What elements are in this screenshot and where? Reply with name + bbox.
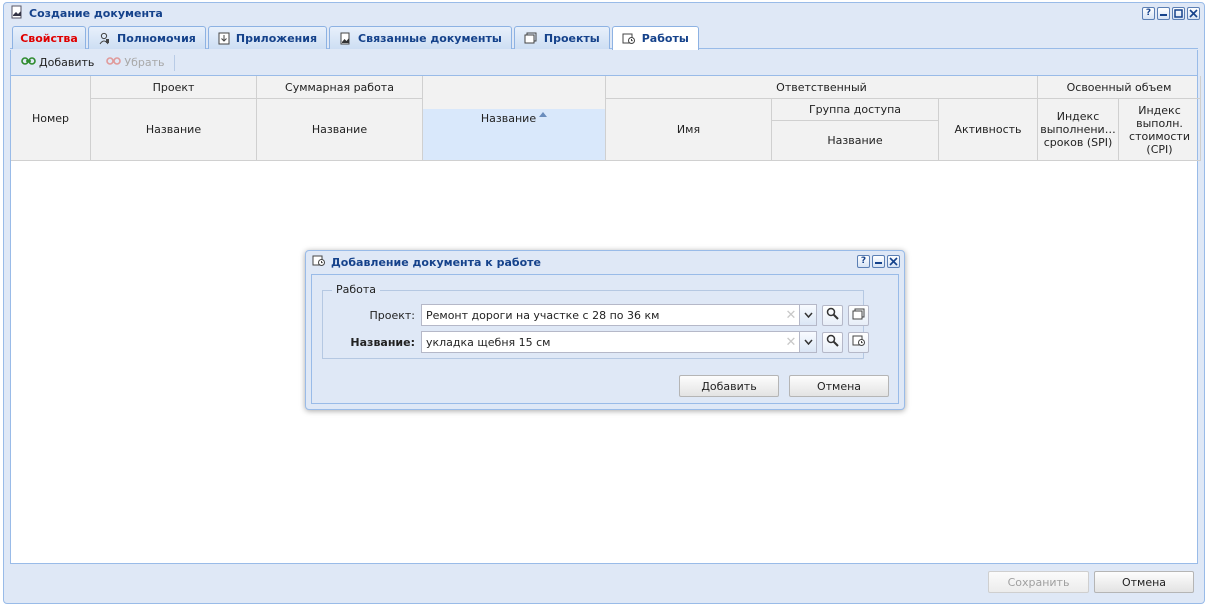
remove-button[interactable]: Убрать — [100, 56, 170, 69]
clear-icon[interactable]: ✕ — [783, 335, 799, 350]
grid-header: Номер Проект Название Суммарная работа Н… — [11, 76, 1201, 161]
dialog-body: Работа Проект: Ремонт дороги на участке … — [311, 274, 899, 404]
name-search-button[interactable] — [822, 331, 843, 353]
name-combo[interactable]: укладка щебня 15 см ✕ — [421, 331, 817, 353]
tab-permissions-label: Полномочия — [117, 31, 196, 45]
tab-works-label: Работы — [641, 32, 689, 45]
close-icon[interactable] — [887, 255, 900, 268]
open-work-button[interactable] — [848, 331, 869, 353]
col-group-earned: Освоенный объем — [1038, 76, 1201, 99]
maximize-icon[interactable] — [1172, 7, 1185, 20]
attachment-icon — [218, 32, 230, 45]
works-icon — [312, 254, 326, 270]
tab-permissions[interactable]: Полномочия — [88, 26, 206, 49]
col-spi[interactable]: Индекс выполнени… сроков (SPI) — [1038, 99, 1119, 161]
save-button[interactable]: Сохранить — [988, 571, 1089, 593]
project-label: Проект: — [369, 308, 415, 322]
remove-button-label: Убрать — [124, 56, 165, 69]
add-document-to-work-dialog: Добавление документа к работе ? Работа П… — [305, 250, 905, 410]
window-header[interactable]: Создание документа ? — [4, 3, 1204, 24]
link-remove-icon — [106, 56, 122, 69]
project-search-button[interactable] — [822, 304, 843, 326]
search-icon — [826, 334, 839, 350]
window-title: Создание документа — [29, 7, 163, 20]
linked-docs-icon — [339, 32, 352, 45]
col-number[interactable]: Номер — [11, 76, 91, 161]
project-value: Ремонт дороги на участке с 28 по 36 км — [426, 308, 660, 322]
search-icon — [826, 307, 839, 323]
tab-projects[interactable]: Проекты — [513, 26, 610, 49]
tab-projects-label: Проекты — [543, 31, 600, 45]
col-cpi[interactable]: Индекс выполн. стоимости (CPI) — [1119, 99, 1201, 161]
col-name-top — [423, 76, 606, 109]
col-group-access: Группа доступа — [772, 99, 939, 121]
add-button[interactable]: Добавить — [15, 56, 100, 69]
fieldset-legend: Работа — [332, 283, 381, 296]
tab-linked-documents-label: Связанные документы — [358, 31, 502, 45]
col-resp-name[interactable]: Имя — [606, 99, 772, 161]
col-group-project: Проект — [91, 76, 257, 99]
col-group-summary: Суммарная работа — [257, 76, 423, 99]
dialog-title: Добавление документа к работе — [331, 255, 541, 269]
tab-linked-documents[interactable]: Связанные документы — [329, 26, 512, 49]
chevron-down-icon[interactable] — [799, 332, 816, 352]
col-name-label: Название — [480, 112, 537, 125]
projects-icon — [852, 308, 866, 323]
link-add-icon — [21, 56, 36, 69]
tab-strip: Свойства Полномочия Приложения Связанные… — [10, 25, 1198, 50]
minimize-icon[interactable] — [872, 255, 885, 268]
open-project-button[interactable] — [848, 304, 869, 326]
projects-icon — [524, 32, 538, 44]
col-name[interactable]: Название — [423, 109, 606, 161]
close-icon[interactable] — [1187, 7, 1200, 20]
col-activity[interactable]: Активность — [939, 99, 1038, 161]
toolbar-separator — [174, 54, 176, 71]
col-project-name[interactable]: Название — [91, 99, 257, 161]
works-icon — [622, 32, 636, 45]
chevron-down-icon[interactable] — [799, 305, 816, 325]
tab-attachments[interactable]: Приложения — [207, 26, 328, 49]
add-button-label: Добавить — [39, 56, 95, 69]
tab-properties[interactable]: Свойства — [12, 26, 86, 49]
col-summary-name[interactable]: Название — [257, 99, 423, 161]
user-key-icon — [98, 32, 111, 45]
grid-toolbar: Добавить Убрать — [11, 50, 1197, 76]
tab-properties-label: Свойства — [20, 31, 78, 45]
name-row: Название: укладка щебня 15 см ✕ — [323, 331, 869, 353]
dialog-header[interactable]: Добавление документа к работе ? — [306, 251, 904, 273]
tab-attachments-label: Приложения — [235, 31, 318, 45]
name-value: укладка щебня 15 см — [426, 335, 551, 349]
col-group-responsible: Ответственный — [606, 76, 1038, 99]
works-icon — [852, 334, 866, 350]
project-combo[interactable]: Ремонт дороги на участке с 28 по 36 км ✕ — [421, 304, 817, 326]
help-icon[interactable]: ? — [1142, 7, 1155, 20]
document-icon — [10, 5, 24, 22]
sort-asc-icon — [539, 112, 548, 117]
name-label: Название: — [350, 335, 415, 349]
minimize-icon[interactable] — [1157, 7, 1170, 20]
help-icon[interactable]: ? — [857, 255, 870, 268]
cancel-button[interactable]: Отмена — [1094, 571, 1194, 593]
work-fieldset: Работа Проект: Ремонт дороги на участке … — [322, 283, 869, 359]
clear-icon[interactable]: ✕ — [783, 308, 799, 323]
dialog-add-button[interactable]: Добавить — [679, 375, 779, 397]
tab-works[interactable]: Работы — [611, 26, 699, 50]
col-access-name[interactable]: Название — [772, 121, 939, 161]
dialog-cancel-button[interactable]: Отмена — [789, 375, 889, 397]
window-footer: Сохранить Отмена — [10, 565, 1198, 601]
project-row: Проект: Ремонт дороги на участке с 28 по… — [323, 304, 869, 326]
